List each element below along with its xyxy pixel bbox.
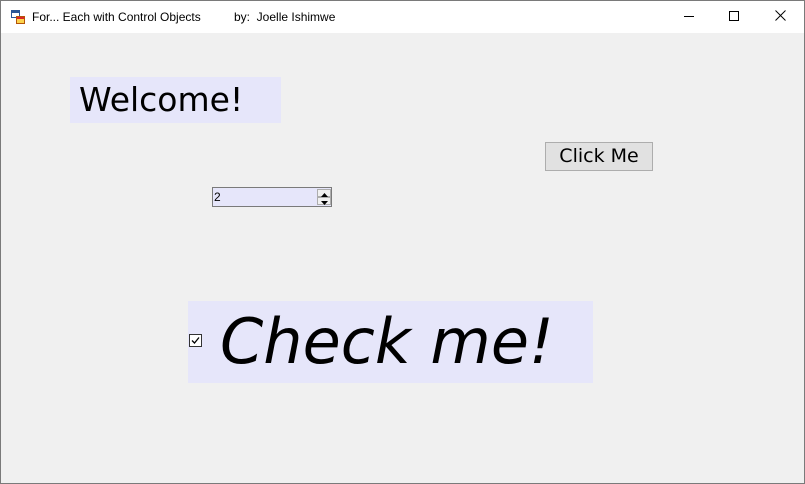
minimize-icon (684, 8, 694, 26)
spin-down-icon (320, 192, 328, 210)
checkmark-icon (191, 332, 200, 350)
check-me-checkbox-control[interactable]: Check me! (188, 301, 593, 383)
close-button[interactable] (757, 1, 803, 33)
minimize-button[interactable] (666, 1, 712, 33)
form-client-area: Welcome! Click Me Check me! (1, 33, 804, 483)
title-bar[interactable]: For... Each with Control Objects by: Joe… (1, 1, 804, 33)
numeric-updown-input[interactable] (214, 189, 314, 205)
app-window: For... Each with Control Objects by: Joe… (0, 0, 805, 484)
check-me-checkbox[interactable] (189, 334, 202, 347)
maximize-icon (729, 8, 739, 26)
window-title: For... Each with Control Objects (32, 10, 201, 24)
check-me-label[interactable]: Check me! (220, 301, 554, 383)
window-byline: by: Joelle Ishimwe (234, 10, 336, 24)
numeric-updown[interactable] (212, 187, 332, 207)
click-me-button[interactable]: Click Me (545, 142, 653, 171)
spin-down-button[interactable] (317, 197, 331, 205)
form-app-icon (11, 10, 25, 24)
welcome-label: Welcome! (70, 77, 281, 123)
maximize-button[interactable] (711, 1, 757, 33)
close-icon (774, 8, 786, 26)
